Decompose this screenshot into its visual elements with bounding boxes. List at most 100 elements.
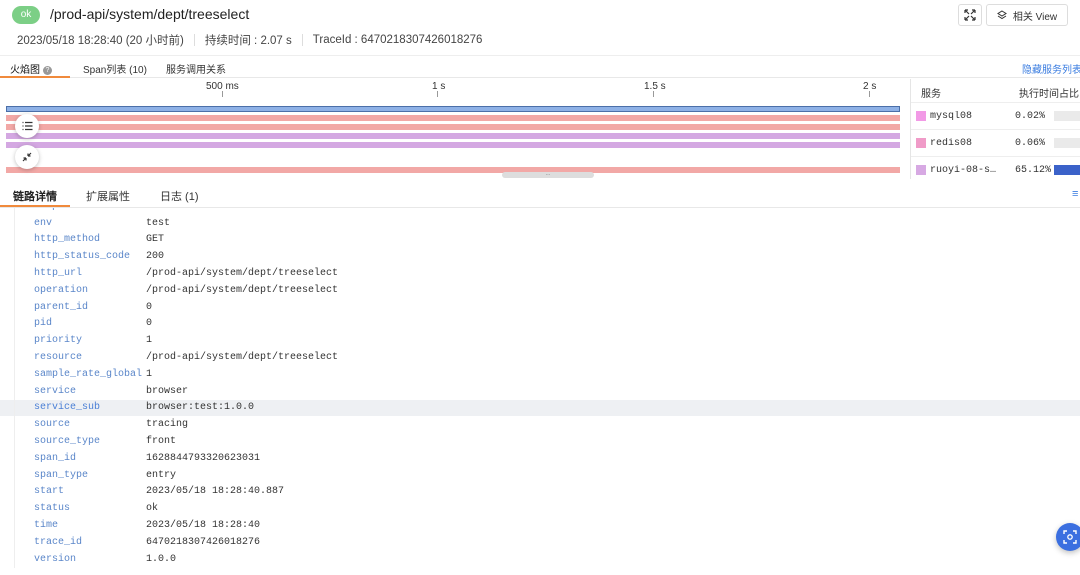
attribute-row[interactable]: service browser: [0, 382, 1080, 400]
attribute-row[interactable]: start 2023/05/18 18:28:40.887: [0, 483, 1080, 501]
percent-bar: [1054, 111, 1080, 121]
attribute-key: resource: [34, 352, 83, 364]
tab-service-calls[interactable]: 服务调用关系: [166, 61, 226, 76]
service-name: redis08: [930, 138, 973, 149]
attribute-value: front: [146, 436, 177, 448]
attribute-key: env: [34, 217, 53, 229]
trace-header: ok /prod-api/system/dept/treeselect 2023…: [0, 0, 1080, 56]
active-tab-indicator: [0, 205, 70, 207]
fullscreen-button[interactable]: [958, 4, 982, 26]
attribute-row[interactable]: env test: [0, 214, 1080, 232]
span-bar[interactable]: [6, 133, 900, 139]
attribute-key: endpoint: [34, 208, 82, 212]
service-color-swatch: [916, 165, 926, 175]
tree-guide-line: [14, 365, 15, 383]
tree-guide-line: [14, 332, 15, 350]
attribute-key: trace_id: [34, 536, 83, 548]
service-percent: 0.06%: [1015, 138, 1046, 149]
resize-handle[interactable]: ...: [502, 171, 594, 178]
attribute-row[interactable]: endpoint 121.32.254.149: [0, 208, 1080, 215]
divider: [193, 34, 195, 46]
attribute-key: sample_rate_global: [34, 368, 143, 380]
attribute-row[interactable]: priority 1: [0, 332, 1080, 350]
attribute-key: http_url: [34, 268, 83, 280]
related-view-button[interactable]: 相关 View: [986, 4, 1068, 26]
percent-bar-fill: [1054, 165, 1080, 175]
attribute-row[interactable]: parent_id 0: [0, 298, 1080, 316]
trace-meta: 2023/05/18 18:28:40 (20 小时前) 持续时间 : 2.07…: [17, 32, 482, 48]
attribute-row[interactable]: version 1.0.0: [0, 550, 1080, 568]
flame-graph[interactable]: 500 ms 1 s 1.5 s 2 s ...: [0, 79, 910, 179]
service-color-swatch: [916, 111, 926, 121]
tree-guide-line: [14, 349, 15, 366]
column-header-service: 服务: [921, 89, 941, 100]
attribute-value: 2023/05/18 18:28:40: [146, 520, 261, 532]
attribute-value: test: [146, 217, 171, 229]
trace-id: TraceId : 6470218307426018276: [312, 34, 483, 46]
tree-guide-line: [14, 550, 15, 568]
service-row[interactable]: redis08 0.06%: [911, 129, 1080, 156]
attribute-row[interactable]: time 2023/05/18 18:28:40: [0, 517, 1080, 534]
status-badge: ok: [12, 6, 40, 24]
detail-tabs: 链路详情 扩展属性 日志 (1) ≡: [0, 179, 1080, 208]
scan-icon: [1063, 530, 1077, 544]
attribute-row[interactable]: span_id 1628844793320623031: [0, 449, 1080, 467]
span-bar[interactable]: [6, 167, 900, 173]
hide-service-list-link[interactable]: 隐藏服务列表: [1022, 61, 1080, 76]
attribute-row[interactable]: resource/prod-api/system/dept/treeselect: [0, 349, 1080, 366]
screenshot-button[interactable]: [1056, 523, 1080, 551]
tab-extended-attributes[interactable]: 扩展属性: [86, 188, 130, 204]
tree-guide-line: [14, 208, 15, 215]
attribute-row[interactable]: http_method GET: [0, 231, 1080, 249]
service-row[interactable]: mysql08 0.02%: [911, 102, 1080, 129]
help-icon[interactable]: ?: [43, 66, 52, 75]
service-name: ruoyi-08-sv...: [930, 165, 998, 176]
span-bar[interactable]: [6, 142, 900, 148]
attribute-value: 0: [146, 301, 153, 313]
collapse-button[interactable]: [15, 145, 39, 169]
attribute-key: status: [34, 503, 71, 515]
attribute-row[interactable]: http_url/prod-api/system/dept/treeselect: [0, 265, 1080, 282]
layers-icon: [996, 10, 1007, 20]
column-header-ratio[interactable]: 执行时间占比: [1019, 85, 1079, 100]
attribute-row[interactable]: status ok: [0, 500, 1080, 518]
span-bar-root[interactable]: [6, 106, 900, 112]
attribute-row[interactable]: operation/prod-api/system/dept/treeselec…: [0, 281, 1080, 299]
tab-logs[interactable]: 日志 (1): [160, 188, 199, 204]
related-view-label: 相关 View: [1012, 11, 1058, 23]
list-toggle-button[interactable]: [15, 114, 39, 138]
tab-span-list[interactable]: Span列表 (10): [83, 61, 147, 76]
span-bar[interactable]: [6, 115, 900, 121]
tree-guide-line: [14, 466, 15, 484]
attribute-value: browser:test:1.0.0: [146, 402, 255, 414]
attribute-value: 0: [146, 318, 153, 330]
span-bar[interactable]: [6, 124, 900, 130]
percent-bar: [1054, 138, 1080, 148]
service-percent: 0.02%: [1015, 111, 1046, 122]
attribute-row[interactable]: sample_rate_global 1: [0, 365, 1080, 383]
settings-icon[interactable]: ≡: [1072, 188, 1078, 200]
attribute-key: span_type: [34, 469, 89, 481]
attribute-value: /prod-api/system/dept/treeselect: [146, 268, 339, 280]
attribute-row[interactable]: pid 0: [0, 315, 1080, 333]
attribute-row[interactable]: source tracing: [0, 416, 1080, 434]
tab-trace-details[interactable]: 链路详情: [13, 188, 57, 204]
page-title: /prod-api/system/dept/treeselect: [50, 6, 250, 22]
service-table-header: 服务 执行时间占比: [911, 79, 1080, 101]
attribute-row[interactable]: service_sub browser:test:1.0.0: [0, 399, 1080, 417]
fullscreen-icon: [964, 9, 976, 21]
service-row[interactable]: ruoyi-08-sv... 65.12%: [911, 156, 1080, 179]
attribute-row[interactable]: source_type front: [0, 433, 1080, 450]
attribute-row[interactable]: http_status_code 200: [0, 248, 1080, 266]
attribute-key: http_status_code: [34, 251, 131, 263]
tree-guide-line: [14, 533, 15, 551]
divider: [301, 34, 303, 46]
attribute-row[interactable]: trace_id 6470218307426018276: [0, 533, 1080, 551]
attribute-row[interactable]: span_type entry: [0, 466, 1080, 484]
tree-guide-line: [14, 483, 15, 501]
attribute-value: browser: [146, 385, 189, 397]
tick-label: 1 s: [432, 81, 446, 92]
tab-flame-graph[interactable]: 火焰图?: [10, 61, 52, 76]
tree-guide-line: [14, 433, 15, 450]
attribute-key: source_type: [34, 436, 101, 448]
